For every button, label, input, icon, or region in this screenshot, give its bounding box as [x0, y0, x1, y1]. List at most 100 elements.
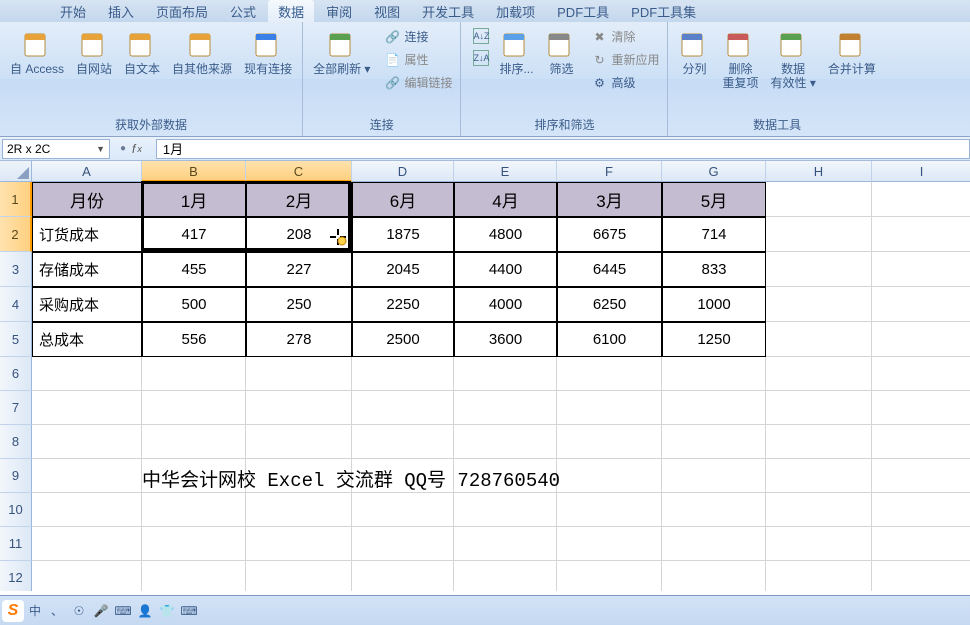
cell-H10[interactable]	[766, 493, 872, 527]
cell-D3[interactable]: 2045	[352, 252, 454, 287]
cell-E5[interactable]: 3600	[454, 322, 557, 357]
cell-F2[interactable]: 6675	[557, 217, 662, 252]
row-header-1[interactable]: 1	[0, 182, 32, 217]
cell-B8[interactable]	[142, 425, 246, 459]
cell-H6[interactable]	[766, 357, 872, 391]
cell-B3[interactable]: 455	[142, 252, 246, 287]
cell-C12[interactable]	[246, 561, 352, 591]
cell-H7[interactable]	[766, 391, 872, 425]
btn-sort-1[interactable]: Z↓A	[471, 48, 491, 68]
row-header-4[interactable]: 4	[0, 287, 32, 322]
cell-C5[interactable]: 278	[246, 322, 352, 357]
cell-H4[interactable]	[766, 287, 872, 322]
cell-H12[interactable]	[766, 561, 872, 591]
cell-G12[interactable]	[662, 561, 766, 591]
cell-I4[interactable]	[872, 287, 970, 322]
ime-icon-2[interactable]: ☉	[70, 602, 88, 620]
cell-D2[interactable]: 1875	[352, 217, 454, 252]
btn-tool-1[interactable]: 删除重复项	[718, 26, 762, 93]
select-all-corner[interactable]	[0, 161, 32, 182]
row-header-11[interactable]: 11	[0, 527, 32, 561]
cell-I5[interactable]	[872, 322, 970, 357]
cell-C3[interactable]: 227	[246, 252, 352, 287]
cell-I7[interactable]	[872, 391, 970, 425]
cell-I2[interactable]	[872, 217, 970, 252]
cell-I3[interactable]	[872, 252, 970, 287]
cell-F7[interactable]	[557, 391, 662, 425]
cell-G10[interactable]	[662, 493, 766, 527]
cell-A7[interactable]	[32, 391, 142, 425]
cell-B1[interactable]: 1月	[142, 182, 246, 217]
cell-E8[interactable]	[454, 425, 557, 459]
ime-icon-6[interactable]: 👕	[158, 602, 176, 620]
row-header-7[interactable]: 7	[0, 391, 32, 425]
cell-C1[interactable]: 2月	[246, 182, 352, 217]
cell-E2[interactable]: 4800	[454, 217, 557, 252]
col-header-A[interactable]: A	[32, 161, 142, 182]
cell-I10[interactable]	[872, 493, 970, 527]
col-header-E[interactable]: E	[454, 161, 557, 182]
col-header-F[interactable]: F	[557, 161, 662, 182]
tab-7[interactable]: 开发工具	[412, 0, 484, 23]
cell-E7[interactable]	[454, 391, 557, 425]
btn-ext-2[interactable]: 自文本	[120, 26, 164, 78]
ime-icon-7[interactable]: ⌨	[180, 602, 198, 620]
cell-B2[interactable]: 417	[142, 217, 246, 252]
btn-tool-0[interactable]: 分列	[674, 26, 714, 78]
cell-G8[interactable]	[662, 425, 766, 459]
cell-B10[interactable]	[142, 493, 246, 527]
cell-E11[interactable]	[454, 527, 557, 561]
cell-E10[interactable]	[454, 493, 557, 527]
cell-F11[interactable]	[557, 527, 662, 561]
cell-E1[interactable]: 4月	[454, 182, 557, 217]
cell-I8[interactable]	[872, 425, 970, 459]
expand-icon[interactable]: ●	[120, 143, 126, 154]
cell-G11[interactable]	[662, 527, 766, 561]
cell-F8[interactable]	[557, 425, 662, 459]
col-header-I[interactable]: I	[872, 161, 970, 182]
tab-5[interactable]: 审阅	[316, 0, 362, 23]
cell-D6[interactable]	[352, 357, 454, 391]
cell-H5[interactable]	[766, 322, 872, 357]
cell-E6[interactable]	[454, 357, 557, 391]
formula-input[interactable]: 1月	[156, 139, 970, 159]
cell-C6[interactable]	[246, 357, 352, 391]
cell-G9[interactable]	[662, 459, 766, 493]
cell-C4[interactable]: 250	[246, 287, 352, 322]
btn-tool-2[interactable]: 数据有效性 ▾	[767, 26, 820, 93]
cell-G4[interactable]: 1000	[662, 287, 766, 322]
cell-G1[interactable]: 5月	[662, 182, 766, 217]
cell-D7[interactable]	[352, 391, 454, 425]
btn-refresh-all[interactable]: 全部刷新 ▾	[309, 26, 374, 78]
dropdown-icon[interactable]: ▼	[96, 144, 105, 154]
row-header-9[interactable]: 9	[0, 459, 32, 493]
cell-A1[interactable]: 月份	[32, 182, 142, 217]
tab-3[interactable]: 公式	[220, 0, 266, 23]
btn-conn-0[interactable]: 🔗连接	[382, 26, 454, 47]
cell-A11[interactable]	[32, 527, 142, 561]
cell-F4[interactable]: 6250	[557, 287, 662, 322]
row-header-8[interactable]: 8	[0, 425, 32, 459]
cell-E4[interactable]: 4000	[454, 287, 557, 322]
cell-H2[interactable]	[766, 217, 872, 252]
cell-B4[interactable]: 500	[142, 287, 246, 322]
cell-A5[interactable]: 总成本	[32, 322, 142, 357]
cell-H8[interactable]	[766, 425, 872, 459]
cells-area[interactable]: 月份1月2月6月4月3月5月订货成本417208187548006675714存…	[32, 182, 970, 591]
cell-C10[interactable]	[246, 493, 352, 527]
row-header-6[interactable]: 6	[0, 357, 32, 391]
cell-A6[interactable]	[32, 357, 142, 391]
cell-D5[interactable]: 2500	[352, 322, 454, 357]
sogou-ime-icon[interactable]: S	[2, 600, 24, 622]
cell-E3[interactable]: 4400	[454, 252, 557, 287]
cell-F9[interactable]	[557, 459, 662, 493]
fx-icon[interactable]: fx	[132, 142, 142, 156]
cell-G5[interactable]: 1250	[662, 322, 766, 357]
cell-D4[interactable]: 2250	[352, 287, 454, 322]
ime-icon-0[interactable]: 中	[26, 602, 44, 620]
col-header-B[interactable]: B	[142, 161, 246, 182]
tab-1[interactable]: 插入	[98, 0, 144, 23]
spreadsheet-grid[interactable]: ABCDEFGHI 12345678910111213 月份1月2月6月4月3月…	[0, 161, 970, 591]
btn-ext-0[interactable]: 自 Access	[6, 26, 68, 78]
cell-C7[interactable]	[246, 391, 352, 425]
